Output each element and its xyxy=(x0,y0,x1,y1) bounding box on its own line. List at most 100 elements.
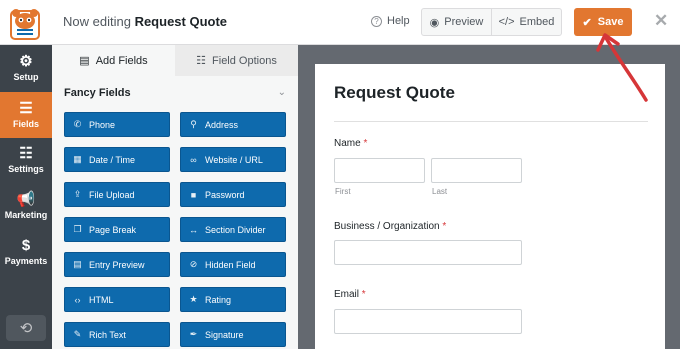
required-mark: * xyxy=(442,221,447,232)
check-icon: ✔ xyxy=(582,16,592,29)
field-button-date-time[interactable]: ▦ Date / Time xyxy=(64,147,170,172)
sidebar-item-fields[interactable]: ☰ Fields xyxy=(0,92,52,138)
field-button-website-url[interactable]: ∞ Website / URL xyxy=(180,147,286,172)
pen-icon: ✒ xyxy=(189,329,198,339)
sidebar-item-payments[interactable]: $ Payments xyxy=(0,229,52,275)
chevron-down-icon: ⌄ xyxy=(277,87,286,98)
tab-add-fields[interactable]: ▤ Add Fields xyxy=(52,45,175,76)
field-button-page-break[interactable]: ❐ Page Break xyxy=(64,217,170,242)
field-label: Entry Preview xyxy=(89,259,145,270)
preview-embed-group: ◉ Preview </> Embed xyxy=(421,8,562,36)
fancy-fields-header[interactable]: Fancy Fields ⌄ xyxy=(64,87,286,99)
top-bar: Now editing Request Quote ? Help ◉ Previ… xyxy=(0,0,680,45)
fancy-fields-grid: ✆ Phone ⚲ Address ▦ Date / Time ∞ Website / … xyxy=(64,112,286,347)
email-field-label[interactable]: Email * xyxy=(334,289,366,300)
field-button-address[interactable]: ⚲ Address xyxy=(180,112,286,137)
email-input[interactable] xyxy=(334,309,522,334)
sliders-icon: ☷ xyxy=(196,55,207,67)
field-label: Page Break xyxy=(89,224,137,235)
field-button-rich-text[interactable]: ✎ Rich Text xyxy=(64,322,170,347)
field-button-file-upload[interactable]: ⇪ File Upload xyxy=(64,182,170,207)
sidebar-item-label: Payments xyxy=(4,256,48,266)
link-icon: ∞ xyxy=(190,154,197,165)
field-button-password[interactable]: ■ Password xyxy=(180,182,286,207)
help-label: Help xyxy=(387,15,410,27)
megaphone-icon: 📢 xyxy=(16,191,36,208)
field-button-signature[interactable]: ✒ Signature xyxy=(180,322,286,347)
eye-slash-icon: ⊘ xyxy=(189,259,198,269)
tab-label: Field Options xyxy=(212,54,277,67)
business-label-text: Business / Organization xyxy=(334,221,440,232)
sidebar-item-label: Fields xyxy=(12,119,39,129)
email-label-text: Email xyxy=(334,289,360,300)
field-label: Rating xyxy=(205,294,232,305)
upload-icon: ⇪ xyxy=(73,189,82,199)
file-text-icon: ▤ xyxy=(73,259,82,269)
lock-icon: ■ xyxy=(190,189,197,200)
first-sublabel: First xyxy=(335,187,351,196)
calendar-icon: ▦ xyxy=(73,154,82,164)
panel-tabs: ▤ Add Fields ☷ Field Options xyxy=(52,45,298,76)
field-label: HTML xyxy=(89,294,114,305)
title-divider xyxy=(334,121,648,122)
phone-icon: ✆ xyxy=(73,119,82,129)
business-input[interactable] xyxy=(334,240,522,265)
field-button-html[interactable]: ‹› HTML xyxy=(64,287,170,312)
field-label: Phone xyxy=(89,119,116,130)
close-icon[interactable]: ✕ xyxy=(654,11,668,31)
field-button-phone[interactable]: ✆ Phone xyxy=(64,112,170,137)
editing-title: Now editing Request Quote xyxy=(63,14,227,29)
field-button-rating[interactable]: ★ Rating xyxy=(180,287,286,312)
fields-list-icon: ☰ xyxy=(19,100,33,117)
arrows-h-icon: ↔ xyxy=(189,224,198,235)
name-field-label[interactable]: Name * xyxy=(334,138,367,149)
field-label: Website / URL xyxy=(205,154,263,165)
preview-button[interactable]: ◉ Preview xyxy=(422,9,491,35)
field-button-hidden-field[interactable]: ⊘ Hidden Field xyxy=(180,252,286,277)
field-label: Rich Text xyxy=(89,329,126,340)
star-icon: ★ xyxy=(189,294,198,304)
sidebar-item-label: Marketing xyxy=(4,210,48,220)
sidebar-item-label: Setup xyxy=(13,72,39,82)
tab-field-options[interactable]: ☷ Field Options xyxy=(175,45,298,76)
required-mark: * xyxy=(363,138,368,149)
history-icon[interactable]: ⟲ xyxy=(6,315,46,341)
fields-panel: ▤ Add Fields ☷ Field Options Fancy Field… xyxy=(52,45,298,349)
code-icon: ‹› xyxy=(74,294,81,305)
list-icon: ▤ xyxy=(79,55,90,67)
sliders-icon: ☷ xyxy=(19,145,33,162)
form-name: Request Quote xyxy=(134,14,228,29)
form-title[interactable]: Request Quote xyxy=(334,83,455,103)
dollar-icon: $ xyxy=(21,237,31,254)
gear-icon: ⚙ xyxy=(19,53,33,70)
builder-sidebar: ⚙ Setup ☰ Fields ☷ Settings 📢 Marketing … xyxy=(0,45,52,349)
field-label: Address xyxy=(205,119,239,130)
field-label: Hidden Field xyxy=(205,259,256,270)
first-name-input[interactable] xyxy=(334,158,425,183)
help-icon: ? xyxy=(371,15,382,27)
sidebar-item-label: Settings xyxy=(8,164,44,174)
preview-label: Preview xyxy=(444,16,484,28)
field-button-entry-preview[interactable]: ▤ Entry Preview xyxy=(64,252,170,277)
sidebar-item-marketing[interactable]: 📢 Marketing xyxy=(0,183,52,229)
save-label: Save xyxy=(597,16,624,28)
field-label: File Upload xyxy=(89,189,135,200)
edit-icon: ✎ xyxy=(73,329,82,339)
field-button-section-divider[interactable]: ↔ Section Divider xyxy=(180,217,286,242)
sidebar-item-settings[interactable]: ☷ Settings xyxy=(0,137,52,183)
help-link[interactable]: ? Help xyxy=(371,15,410,27)
field-label: Password xyxy=(205,189,245,200)
copy-icon: ❐ xyxy=(73,224,82,234)
business-field-label[interactable]: Business / Organization * xyxy=(334,221,446,232)
sidebar-item-setup[interactable]: ⚙ Setup xyxy=(0,45,52,91)
required-mark: * xyxy=(361,289,366,300)
last-sublabel: Last xyxy=(432,187,448,196)
embed-button[interactable]: </> Embed xyxy=(491,9,561,35)
tab-label: Add Fields xyxy=(95,54,148,67)
code-icon: </> xyxy=(498,16,515,28)
name-label-text: Name xyxy=(334,138,361,149)
embed-label: Embed xyxy=(519,16,555,28)
eye-icon: ◉ xyxy=(429,16,440,29)
last-name-input[interactable] xyxy=(431,158,522,183)
field-label: Section Divider xyxy=(205,224,266,235)
